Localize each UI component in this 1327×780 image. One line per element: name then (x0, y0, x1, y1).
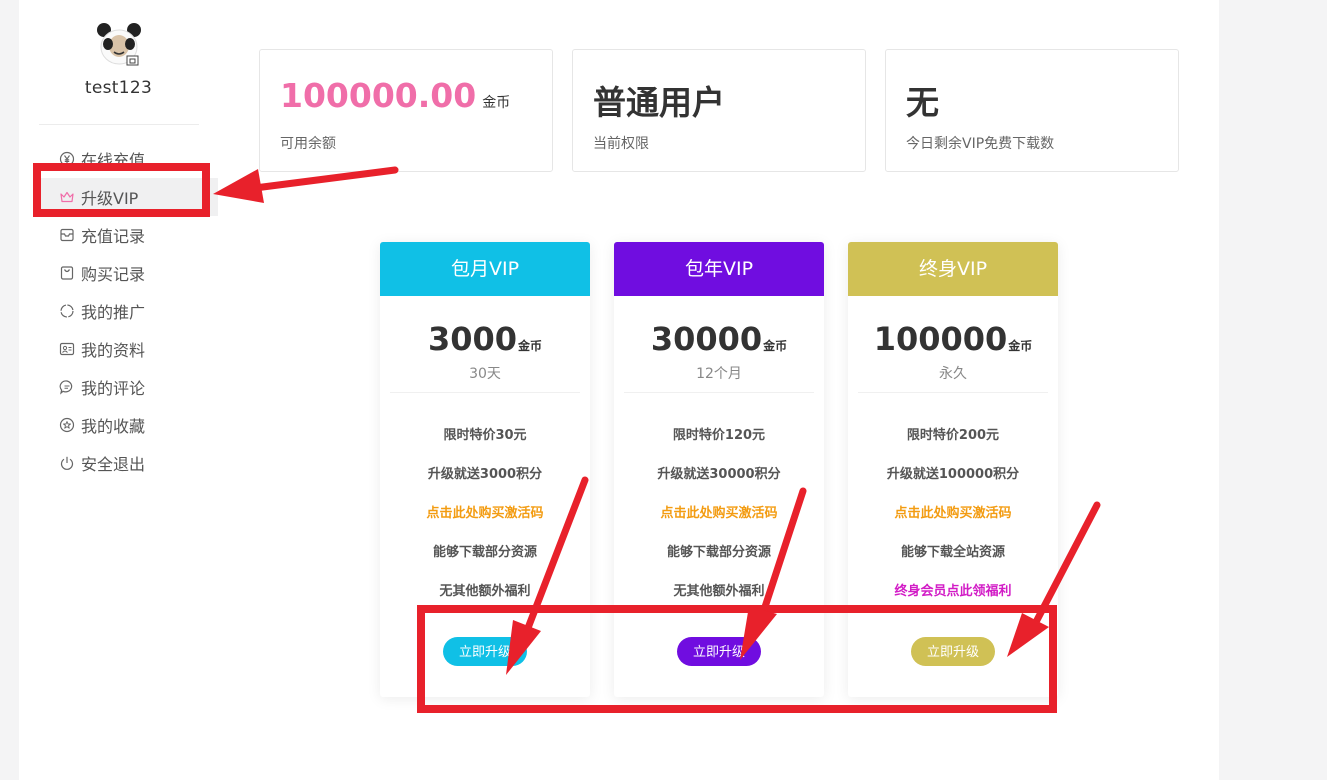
plan-price: 30000 (650, 320, 763, 358)
sidebar-item-label: 安全退出 (81, 455, 146, 474)
sidebar-item-recharge-records[interactable]: 充值记录 (19, 216, 218, 254)
inbox-icon (59, 227, 75, 243)
plan-title: 终身VIP (848, 242, 1058, 296)
permission-card: 普通用户 当前权限 (572, 49, 866, 172)
plan-price-row: 3000金币 (380, 320, 590, 358)
plan-price-row: 30000金币 (614, 320, 824, 358)
sidebar-item-label: 充值记录 (81, 227, 146, 246)
yen-coin-icon (59, 151, 75, 167)
plan-card-lifetime: 终身VIP 100000金币 永久 限时特价200元 升级就送100000积分 … (848, 242, 1058, 697)
plan-price: 100000 (873, 320, 1008, 358)
sidebar: test123 在线充值 升级VIP 充值记录 购买记录 我的推广 我的资料 我… (19, 0, 219, 780)
sidebar-item-label: 升级VIP (81, 189, 139, 208)
plan-feature: 升级就送30000积分 (657, 467, 781, 482)
crown-icon (59, 189, 75, 205)
plan-feature: 无其他额外福利 (439, 584, 531, 599)
sidebar-item-label: 我的资料 (81, 341, 146, 360)
power-icon (59, 455, 75, 471)
circle-notch-icon (59, 303, 75, 319)
plan-price-unit: 金币 (1008, 339, 1033, 353)
plan-period: 12个月 (696, 366, 742, 382)
sidebar-menu: 在线充值 升级VIP 充值记录 购买记录 我的推广 我的资料 我的评论 我的收藏… (19, 140, 219, 482)
main-panel: 100000.00 金币 可用余额 普通用户 当前权限 无 今日剩余VIP免费下载… (218, 0, 1219, 780)
sidebar-item-recharge[interactable]: 在线充值 (19, 140, 218, 178)
plan-title: 包年VIP (614, 242, 824, 296)
sidebar-item-label: 我的推广 (81, 303, 146, 322)
plan-period: 30天 (469, 366, 501, 382)
sidebar-item-favorites[interactable]: 我的收藏 (19, 406, 218, 444)
upgrade-now-button[interactable]: 立即升级 (443, 637, 527, 666)
plan-divider (624, 392, 814, 393)
vip-downloads-card: 无 今日剩余VIP免费下载数 (885, 49, 1179, 172)
plan-feature: 能够下载全站资源 (900, 545, 1005, 560)
plan-feature: 限时特价30元 (443, 428, 527, 443)
balance-card: 100000.00 金币 可用余额 (259, 49, 553, 172)
balance-label: 可用余额 (280, 136, 336, 152)
plan-feature: 能够下载部分资源 (432, 545, 537, 560)
buy-activation-code-link[interactable]: 点击此处购买激活码 (614, 502, 824, 521)
sidebar-item-label: 我的收藏 (81, 417, 146, 436)
username: test123 (84, 78, 153, 98)
plan-feature: 无其他额外福利 (673, 584, 765, 599)
plan-price-unit: 金币 (763, 339, 788, 353)
plan-feature: 能够下载部分资源 (666, 545, 771, 560)
upgrade-now-button[interactable]: 立即升级 (911, 637, 995, 666)
sidebar-item-profile[interactable]: 我的资料 (19, 330, 218, 368)
permission-value: 普通用户 (593, 83, 725, 122)
plan-feature: 限时特价120元 (672, 428, 766, 443)
sidebar-item-label: 我的评论 (81, 379, 146, 398)
buy-activation-code-link[interactable]: 点击此处购买激活码 (380, 502, 590, 521)
plan-price: 3000 (427, 320, 518, 358)
sidebar-item-label: 在线充值 (81, 151, 146, 170)
shopping-bag-icon (59, 265, 75, 281)
avatar[interactable] (94, 20, 144, 70)
star-circle-icon (59, 417, 75, 433)
plan-card-monthly: 包月VIP 3000金币 30天 限时特价30元 升级就送3000积分 点击此处… (380, 242, 590, 697)
plan-feature: 升级就送100000积分 (886, 467, 1020, 482)
plan-price-row: 100000金币 (848, 320, 1058, 358)
sidebar-divider (39, 124, 199, 125)
permission-label: 当前权限 (593, 136, 649, 152)
plan-card-yearly: 包年VIP 30000金币 12个月 限时特价120元 升级就送30000积分 … (614, 242, 824, 697)
lifetime-benefits-link[interactable]: 终身会员点此领福利 (848, 580, 1058, 599)
balance-value: 100000.00 (280, 76, 477, 115)
vip-downloads-label: 今日剩余VIP免费下载数 (906, 136, 1055, 152)
comment-icon (59, 379, 75, 395)
profile-card-icon (59, 341, 75, 357)
plan-divider (858, 392, 1048, 393)
vip-downloads-value: 无 (906, 83, 939, 122)
upgrade-now-button[interactable]: 立即升级 (677, 637, 761, 666)
sidebar-item-upgrade-vip[interactable]: 升级VIP (39, 178, 219, 216)
plan-feature: 升级就送3000积分 (427, 467, 543, 482)
sidebar-item-purchase-records[interactable]: 购买记录 (19, 254, 218, 292)
plan-feature: 限时特价200元 (906, 428, 1000, 443)
sidebar-item-promotion[interactable]: 我的推广 (19, 292, 218, 330)
buy-activation-code-link[interactable]: 点击此处购买激活码 (848, 502, 1058, 521)
sidebar-item-logout[interactable]: 安全退出 (19, 444, 218, 482)
plan-divider (390, 392, 580, 393)
sidebar-item-comments[interactable]: 我的评论 (19, 368, 218, 406)
plan-price-unit: 金币 (518, 339, 543, 353)
sidebar-item-label: 购买记录 (81, 265, 146, 284)
plan-title: 包月VIP (380, 242, 590, 296)
balance-value-row: 100000.00 金币 (280, 76, 510, 115)
balance-unit: 金币 (482, 95, 511, 111)
plan-period: 永久 (939, 366, 967, 382)
